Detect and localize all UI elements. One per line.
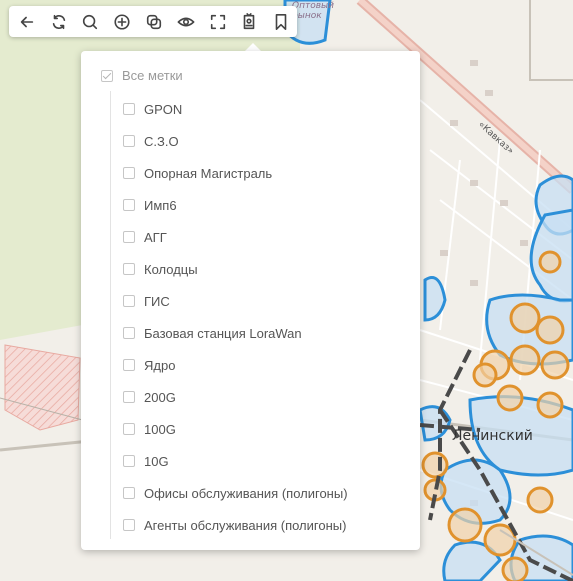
tag-item-gis[interactable]: ГИС	[123, 285, 348, 317]
map-district-label: Ленинский	[452, 428, 533, 444]
tag-checkbox[interactable]	[123, 327, 135, 339]
tag-label: GPON	[144, 101, 183, 117]
tag-item-szo[interactable]: С.З.О	[123, 125, 348, 157]
visibility-button[interactable]	[170, 6, 202, 37]
all-tags-checkbox[interactable]	[101, 69, 113, 82]
refresh-button[interactable]	[43, 6, 75, 37]
refresh-icon	[52, 14, 65, 29]
tags-list: GPON С.З.О Опорная Магистраль Имп6 АГГ К…	[123, 93, 348, 541]
tag-checkbox[interactable]	[123, 167, 135, 179]
bookmark-icon	[275, 13, 287, 30]
tag-checkbox[interactable]	[123, 263, 135, 275]
tag-item-imp6[interactable]: Имп6	[123, 189, 348, 221]
tree-guide-line	[110, 91, 111, 539]
tag-location-icon	[244, 12, 255, 29]
tag-item-200g[interactable]: 200G	[123, 381, 348, 413]
tag-label: Базовая станция LoraWan	[144, 325, 302, 341]
tag-checkbox[interactable]	[123, 135, 135, 147]
tag-item-service-agents[interactable]: Агенты обслуживания (полигоны)	[123, 509, 348, 541]
tag-label: 200G	[144, 389, 176, 405]
tag-label: Офисы обслуживания (полигоны)	[144, 485, 348, 501]
add-button[interactable]	[106, 6, 138, 37]
tag-item-100g[interactable]: 100G	[123, 413, 348, 445]
tag-label: 100G	[144, 421, 176, 437]
map-toolbar	[9, 6, 297, 37]
eye-icon	[177, 17, 195, 26]
tag-label: 10G	[144, 453, 169, 469]
tag-item-lorawan[interactable]: Базовая станция LoraWan	[123, 317, 348, 349]
tag-checkbox[interactable]	[123, 103, 135, 115]
map-market-label: Оптовый	[292, 1, 334, 11]
tag-label: С.З.О	[144, 133, 179, 149]
tag-checkbox[interactable]	[123, 359, 135, 371]
tag-checkbox[interactable]	[123, 231, 135, 243]
bookmark-button[interactable]	[265, 6, 297, 37]
tag-checkbox[interactable]	[123, 295, 135, 307]
tag-label: Колодцы	[144, 261, 198, 277]
back-button[interactable]	[11, 6, 43, 37]
search-button[interactable]	[75, 6, 107, 37]
plus-circle-icon	[114, 13, 130, 30]
tag-label: Агенты обслуживания (полигоны)	[144, 517, 347, 533]
tag-item-agg[interactable]: АГГ	[123, 221, 348, 253]
tags-filter-button[interactable]	[233, 6, 265, 37]
fullscreen-icon	[210, 14, 225, 29]
tag-label: Имп6	[144, 197, 177, 213]
fullscreen-button[interactable]	[202, 6, 234, 37]
tag-item-core[interactable]: Ядро	[123, 349, 348, 381]
tag-label: АГГ	[144, 229, 167, 245]
tag-item-service-offices[interactable]: Офисы обслуживания (полигоны)	[123, 477, 348, 509]
tag-item-wells[interactable]: Колодцы	[123, 253, 348, 285]
tag-label: ГИС	[144, 293, 170, 309]
tag-item-10g[interactable]: 10G	[123, 445, 348, 477]
search-icon	[83, 14, 98, 29]
tag-checkbox[interactable]	[123, 455, 135, 467]
tag-checkbox[interactable]	[123, 199, 135, 211]
tag-item-backbone[interactable]: Опорная Магистраль	[123, 157, 348, 189]
tag-item-gpon[interactable]: GPON	[123, 93, 348, 125]
tags-filter-panel: Все метки GPON С.З.О Опорная Магистраль …	[81, 51, 420, 550]
tag-label: Ядро	[144, 357, 176, 373]
tag-label: Опорная Магистраль	[144, 165, 273, 181]
all-tags-row[interactable]: Все метки	[101, 68, 183, 83]
arrow-left-icon	[20, 16, 34, 27]
all-tags-label: Все метки	[122, 68, 183, 83]
tag-checkbox[interactable]	[123, 423, 135, 435]
layers-button[interactable]	[138, 6, 170, 37]
layers-icon	[146, 14, 162, 29]
tag-checkbox[interactable]	[123, 519, 135, 531]
tag-checkbox[interactable]	[123, 487, 135, 499]
tag-checkbox[interactable]	[123, 391, 135, 403]
